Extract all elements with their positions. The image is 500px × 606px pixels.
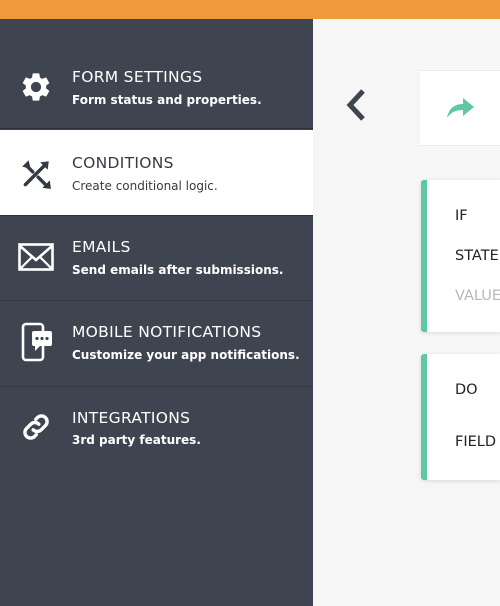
conditions-icon bbox=[16, 154, 56, 194]
do-label: DO bbox=[455, 382, 478, 398]
sidebar-item-conditions[interactable]: CONDITIONS Create conditional logic. bbox=[0, 130, 313, 215]
sidebar-item-description: Form status and properties. bbox=[72, 93, 262, 107]
sidebar-item-title: FORM SETTINGS bbox=[72, 68, 203, 86]
if-label: IF bbox=[455, 208, 468, 224]
do-action-card: DO FIELD bbox=[421, 354, 500, 480]
sidebar-item-mobile-notifications[interactable]: MOBILE NOTIFICATIONS Customize your app … bbox=[0, 301, 313, 387]
if-condition-card: IF STATE VALUE bbox=[421, 180, 500, 332]
mobile-chat-icon bbox=[16, 322, 56, 362]
envelope-icon bbox=[16, 237, 56, 277]
top-bar bbox=[0, 0, 500, 19]
sidebar-item-integrations[interactable]: INTEGRATIONS 3rd party features. bbox=[0, 387, 313, 473]
gear-icon bbox=[16, 67, 56, 107]
sidebar: FORM SETTINGS Form status and properties… bbox=[0, 19, 313, 606]
chevron-left-icon bbox=[345, 88, 367, 122]
sidebar-item-title: EMAILS bbox=[72, 238, 131, 256]
back-button[interactable] bbox=[338, 85, 374, 125]
redo-button[interactable] bbox=[440, 92, 480, 124]
sidebar-item-description: 3rd party features. bbox=[72, 433, 201, 447]
field-label[interactable]: FIELD bbox=[455, 434, 496, 450]
sidebar-item-title: CONDITIONS bbox=[72, 154, 174, 172]
sidebar-item-form-settings[interactable]: FORM SETTINGS Form status and properties… bbox=[0, 19, 313, 129]
sidebar-item-description: Send emails after submissions. bbox=[72, 263, 284, 277]
sidebar-item-description: Create conditional logic. bbox=[72, 179, 218, 193]
sidebar-item-title: INTEGRATIONS bbox=[72, 409, 191, 427]
sidebar-item-title: MOBILE NOTIFICATIONS bbox=[72, 323, 262, 341]
sidebar-item-emails[interactable]: EMAILS Send emails after submissions. bbox=[0, 215, 313, 301]
link-icon bbox=[16, 407, 56, 447]
value-placeholder[interactable]: VALUE bbox=[455, 288, 500, 304]
state-label[interactable]: STATE bbox=[455, 248, 499, 264]
sidebar-item-description: Customize your app notifications. bbox=[72, 348, 300, 362]
redo-arrow-icon bbox=[443, 94, 477, 122]
